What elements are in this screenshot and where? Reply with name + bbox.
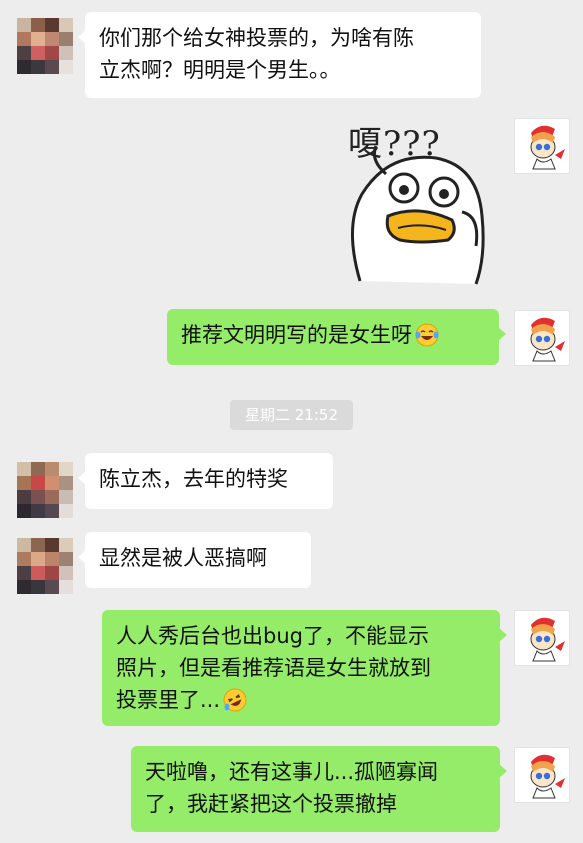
message-text: 推荐文明明写的是女生呀 [181, 323, 412, 347]
pixelated-avatar [17, 18, 73, 74]
message-bubble[interactable]: 显然是被人恶搞啊 [78, 532, 311, 588]
avatar[interactable] [17, 18, 73, 74]
avatar[interactable] [514, 118, 570, 174]
message-text: 陈立杰，去年的特奖 [99, 467, 288, 491]
avatar[interactable] [514, 747, 570, 803]
message-text: 人人秀后台也出bug了，不能显示 照片，但是看推荐语是女生就放到 投票里了... [116, 624, 431, 712]
pixelated-avatar [17, 538, 73, 594]
avatar[interactable] [17, 538, 73, 594]
message-bubble[interactable]: 推荐文明明写的是女生呀 [167, 309, 506, 365]
pixelated-avatar [17, 462, 73, 518]
message-bubble[interactable]: 人人秀后台也出bug了，不能显示 照片，但是看推荐语是女生就放到 投票里了... [102, 610, 507, 726]
cartoon-avatar-icon [530, 125, 565, 170]
message-bubble[interactable]: 陈立杰，去年的特奖 [78, 453, 333, 509]
message-text: 天啦噜，还有这事儿...孤陋寡闻 了，我赶紧把这个投票撤掉 [145, 760, 439, 816]
avatar[interactable] [514, 310, 570, 366]
laughing-tears-emoji-icon [415, 323, 439, 347]
message-bubble[interactable]: 你们那个给女神投票的，为啥有陈 立杰啊？明明是个男生。。 [78, 12, 481, 98]
avatar[interactable] [514, 610, 570, 666]
message-text: 显然是被人恶搞啊 [99, 546, 267, 570]
cartoon-avatar-icon [530, 754, 565, 799]
cartoon-avatar-icon [530, 317, 565, 362]
sticker-text: 嗄??? [348, 124, 441, 164]
timestamp: 星期二 21:52 [230, 400, 353, 430]
cartoon-avatar-icon [530, 617, 565, 662]
message-text: 你们那个给女神投票的，为啥有陈 立杰啊？明明是个男生。。 [99, 26, 414, 82]
rolling-laughing-emoji-icon [223, 688, 247, 712]
avatar[interactable] [17, 462, 73, 518]
sticker-message[interactable]: 嗄??? [340, 116, 500, 286]
message-bubble[interactable]: 天啦噜，还有这事儿...孤陋寡闻 了，我赶紧把这个投票撤掉 [131, 746, 507, 832]
